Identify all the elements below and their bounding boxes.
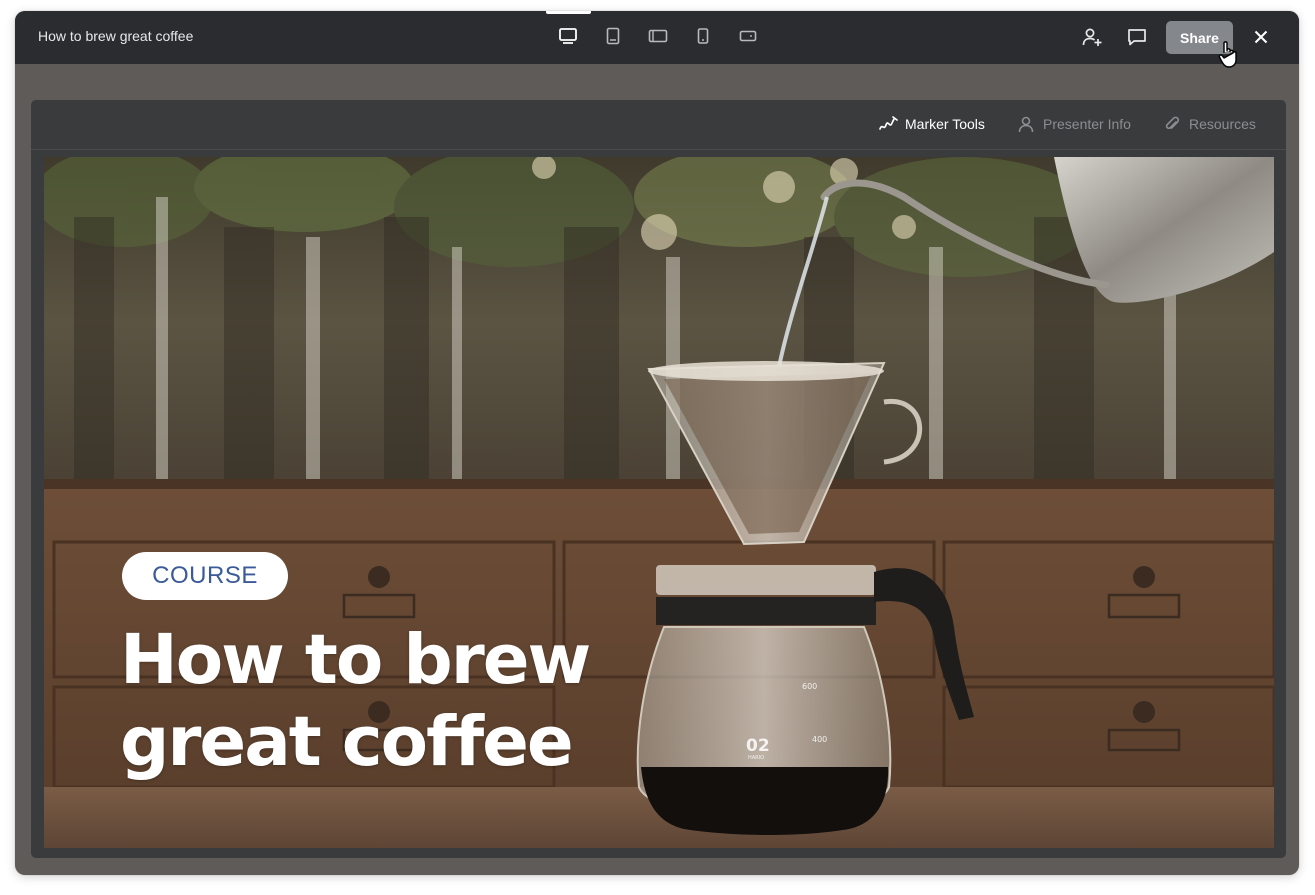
presenter-info-button[interactable]: Presenter Info [1016, 114, 1131, 134]
person-icon [1016, 114, 1036, 134]
svg-text:400: 400 [812, 735, 827, 744]
marker-icon [878, 114, 898, 134]
phone-landscape-icon[interactable] [737, 25, 759, 47]
slide: 600 400 02 HARIO COURSE How to brew grea… [44, 157, 1274, 848]
tablet-landscape-icon[interactable] [647, 25, 669, 47]
add-user-icon[interactable] [1080, 25, 1104, 49]
comment-icon[interactable] [1125, 25, 1149, 49]
window-title: How to brew great coffee [38, 28, 194, 44]
phone-portrait-icon[interactable] [692, 25, 714, 47]
close-icon[interactable] [1249, 25, 1273, 49]
tablet-portrait-icon[interactable] [602, 25, 624, 47]
course-tag: COURSE [122, 552, 288, 600]
paperclip-icon [1162, 114, 1182, 134]
preview-window: How to brew great coffee Share Marker To… [15, 11, 1299, 875]
marker-tools-label: Marker Tools [905, 116, 985, 132]
slide-title: How to brew great coffee [120, 620, 591, 782]
resources-label: Resources [1189, 116, 1256, 132]
desktop-icon[interactable] [557, 25, 579, 47]
presentation-panel: Marker Tools Presenter Info Resources 60… [31, 100, 1286, 858]
presenter-info-label: Presenter Info [1043, 116, 1131, 132]
svg-text:HARIO: HARIO [748, 755, 764, 761]
svg-text:02: 02 [746, 736, 770, 756]
top-bar: How to brew great coffee Share [15, 11, 1299, 64]
svg-text:600: 600 [802, 682, 817, 691]
resources-button[interactable]: Resources [1162, 114, 1256, 134]
hand-cursor-icon [1218, 39, 1240, 69]
marker-tools-button[interactable]: Marker Tools [878, 114, 985, 134]
panel-toolbar: Marker Tools Presenter Info Resources [31, 100, 1286, 150]
window-notch [546, 11, 591, 14]
